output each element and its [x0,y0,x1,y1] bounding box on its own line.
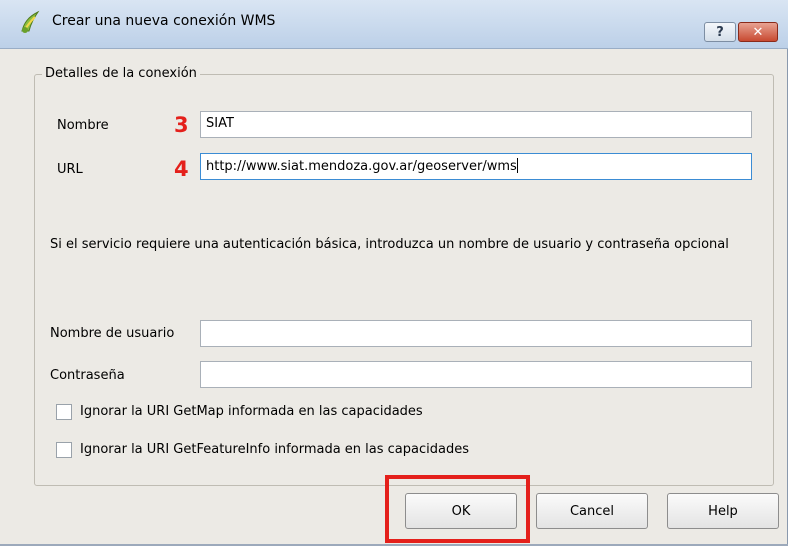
title-bar[interactable]: Crear una nueva conexión WMS ? ✕ [0,0,788,49]
name-field-value: SIAT [206,116,234,131]
auth-info-text: Si el servicio requiere una autenticació… [50,237,729,252]
ignore-getmap-label[interactable]: Ignorar la URI GetMap informada en las c… [80,404,423,419]
title-close-button[interactable]: ✕ [738,22,778,42]
group-title: Detalles de la conexión [42,66,200,81]
close-icon: ✕ [752,24,764,40]
ignore-getfeatureinfo-label[interactable]: Ignorar la URI GetFeatureInfo informada … [80,442,469,457]
name-field[interactable]: SIAT [200,111,752,138]
password-field[interactable] [200,361,752,388]
ignore-getfeatureinfo-checkbox[interactable] [56,442,72,458]
cancel-button[interactable]: Cancel [536,493,648,529]
qgis-icon [21,10,40,33]
window-title: Crear una nueva conexión WMS [52,13,276,29]
title-help-button[interactable]: ? [704,22,736,42]
url-field[interactable]: http://www.siat.mendoza.gov.ar/geoserver… [200,153,752,180]
cancel-button-label: Cancel [569,503,615,519]
text-caret [516,158,518,173]
username-label: Nombre de usuario [50,326,175,341]
annotation-marker-3: 3 [174,113,189,137]
url-field-value: http://www.siat.mendoza.gov.ar/geoserver… [206,159,517,174]
ignore-getmap-checkbox[interactable] [56,404,72,420]
url-label: URL [57,162,83,177]
help-button-label: Help [708,503,738,519]
username-field[interactable] [200,320,752,347]
ok-highlight-box [385,475,530,543]
name-label: Nombre [57,118,109,133]
question-icon: ? [716,24,724,40]
dialog-window: Crear una nueva conexión WMS ? ✕ Detalle… [0,0,788,546]
help-button[interactable]: Help [667,493,779,529]
annotation-marker-4: 4 [174,157,189,181]
password-label: Contraseña [50,368,125,383]
